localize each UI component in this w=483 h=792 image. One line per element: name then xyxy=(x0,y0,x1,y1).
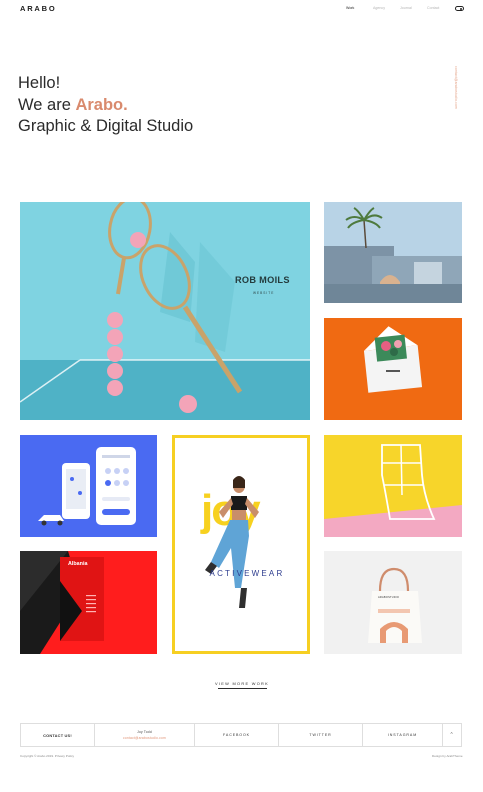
tote-bag-illustration xyxy=(324,551,462,654)
footer-twitter-link[interactable]: TWITTER xyxy=(279,724,363,746)
albania-title: Albania xyxy=(68,561,88,567)
nav-item-agency[interactable]: Agency xyxy=(373,6,400,10)
theme-toggle-icon[interactable] xyxy=(455,6,464,11)
hero-line-studio: Graphic & Digital Studio xyxy=(18,117,194,135)
nav-item-work[interactable]: Work xyxy=(346,6,373,10)
mobile-app-illustration xyxy=(20,435,157,537)
joy-subtitle: ACTIVEWEAR xyxy=(209,569,285,578)
site-logo[interactable]: ARABO xyxy=(20,4,57,13)
view-more-work-link[interactable]: VIEW MORE WORK xyxy=(204,681,280,686)
view-more-underline xyxy=(218,688,267,689)
footer-contact-info: Joy Todd contact@arabostudio.com xyxy=(95,724,195,746)
nav-item-journal[interactable]: Journal xyxy=(400,6,427,10)
portfolio-tile-rob-moils[interactable]: ROB MOILS WEBSITE xyxy=(20,202,310,420)
scroll-to-top-chevron-up-icon[interactable]: ⌃ xyxy=(443,724,461,746)
palm-architecture-illustration xyxy=(324,202,462,303)
nav-item-contact[interactable]: Contact xyxy=(427,6,454,10)
rob-moils-title: ROB MOILS xyxy=(235,275,290,285)
footer-contact-us[interactable]: CONTACT US! xyxy=(21,724,95,746)
tote-bag-brand: ARABOSTUDIO xyxy=(378,596,400,599)
footer-contact-name: Joy Todd xyxy=(137,730,152,735)
side-email-link[interactable]: contact@arabostudio.com xyxy=(452,66,460,130)
envelope-illustration xyxy=(324,318,462,420)
hero-line-we-are: We are Arabo. xyxy=(18,95,193,117)
footer-copyright: Copyright © Arabo 2019. Privacy Policy xyxy=(20,754,75,758)
rob-moils-subtitle: WEBSITE xyxy=(253,291,275,295)
footer-design-credit: Design by ArabTheme xyxy=(432,754,463,758)
court-illustration xyxy=(324,435,462,537)
footer-contact-email[interactable]: contact@arabostudio.com xyxy=(123,736,166,740)
side-email-text: contact@arabostudio.com xyxy=(454,66,458,109)
portfolio-tile-palm[interactable] xyxy=(324,202,462,303)
hero-line-hello: Hello! xyxy=(18,74,61,92)
footer-bar: CONTACT US! Joy Todd contact@arabostudio… xyxy=(20,723,462,747)
portfolio-tile-app[interactable] xyxy=(20,435,157,537)
portfolio-tile-tote-bag[interactable]: ARABOSTUDIO xyxy=(324,551,462,654)
hero-we-are-text: We are xyxy=(18,95,76,114)
joy-model-illustration xyxy=(205,476,259,608)
portfolio-tile-albania[interactable]: Albania xyxy=(20,551,157,654)
main-nav: Work Agency Journal Contact xyxy=(346,6,454,10)
portfolio-tile-joy-activewear[interactable]: joy ACTIVEWEAR xyxy=(172,435,310,654)
footer-facebook-link[interactable]: FACEBOOK xyxy=(195,724,279,746)
portfolio-tile-envelope[interactable] xyxy=(324,318,462,420)
hero-brand-name: Arabo. xyxy=(75,95,128,114)
footer-instagram-link[interactable]: INSTAGRAM xyxy=(363,724,443,746)
albania-illustration xyxy=(20,551,157,654)
tennis-illustration xyxy=(20,202,310,420)
portfolio-tile-court[interactable] xyxy=(324,435,462,537)
hero-heading: Hello! We are Arabo. Graphic & Digital S… xyxy=(18,73,193,138)
